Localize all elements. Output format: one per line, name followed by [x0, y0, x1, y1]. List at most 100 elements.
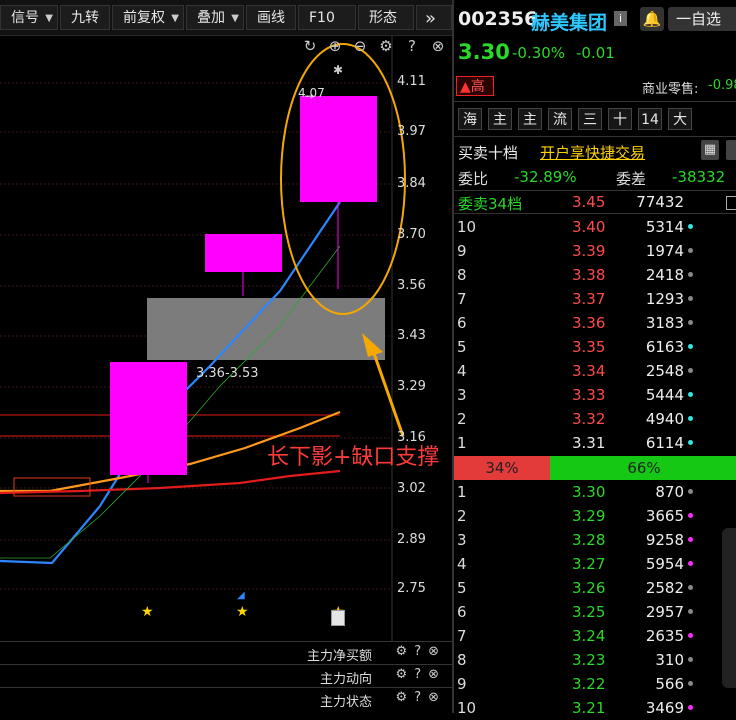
toolbar-overlay[interactable]: 叠加 ▼ [186, 5, 244, 30]
dot-icon [688, 609, 693, 614]
indicator-row[interactable]: 主力状态 ⚙?⊗ [0, 687, 452, 710]
gear-icon[interactable]: ⚙ [378, 38, 394, 54]
price-cell[interactable]: 3.30 [572, 483, 605, 501]
bid-row[interactable]: 8 3.23 310 [454, 648, 736, 672]
zoom-out-icon[interactable]: ⊖ [352, 38, 368, 54]
level-label: 7 [457, 627, 467, 645]
ask-row[interactable]: 5 3.35 6163 [454, 335, 736, 359]
help-icon[interactable]: ? [404, 38, 420, 54]
concept-tag[interactable]: 主 [488, 108, 512, 130]
toolbar-adjust[interactable]: 前复权 ▼ [112, 5, 184, 30]
sell-total-volume: 77432 [636, 193, 684, 211]
price-cell[interactable]: 3.38 [572, 266, 605, 284]
star-icon: ★ [141, 604, 154, 620]
open-account-link[interactable]: 开户享快捷交易 [540, 142, 645, 163]
price-cell[interactable]: 3.31 [572, 434, 605, 452]
price-cell[interactable]: 3.37 [572, 290, 605, 308]
ask-row[interactable]: 4 3.34 2548 [454, 359, 736, 383]
level-label: 3 [457, 531, 467, 549]
price-cell[interactable]: 3.40 [572, 218, 605, 236]
bid-row[interactable]: 10 3.21 3469 [454, 696, 736, 720]
candle-body [300, 96, 377, 202]
indicator-row[interactable]: 主力动向 ⚙?⊗ [0, 664, 452, 687]
expand-icon[interactable] [726, 196, 736, 210]
close-icon[interactable]: ⊗ [430, 38, 446, 54]
price-cell[interactable]: 3.39 [572, 242, 605, 260]
price-cell[interactable]: 3.23 [572, 651, 605, 669]
marker-icon: ◢ [237, 590, 245, 601]
price-cell[interactable]: 3.25 [572, 603, 605, 621]
ask-row[interactable]: 10 3.40 5314 [454, 215, 736, 239]
more-icon: » [425, 8, 437, 29]
ask-row[interactable]: 6 3.36 3183 [454, 311, 736, 335]
toolbar-signal[interactable]: 信号 ▼ [0, 5, 58, 30]
bid-row[interactable]: 7 3.24 2635 [454, 624, 736, 648]
toolbar-pattern[interactable]: 形态 [358, 5, 414, 30]
price-cell[interactable]: 3.35 [572, 338, 605, 356]
price-cell[interactable]: 3.34 [572, 362, 605, 380]
indicator-controls-icon[interactable]: ⚙?⊗ [396, 644, 446, 659]
chevron-down-icon: ▼ [231, 13, 239, 24]
price-cell[interactable]: 3.21 [572, 699, 605, 717]
concept-tag[interactable]: 主 [518, 108, 542, 130]
favorite-button[interactable]: 一自选 [668, 7, 736, 31]
kline-chart[interactable]: ★ ★ ★ ◢ ✱ → 4.07 3.36-3.53 长下影+缺口支撑 4.11… [0, 36, 452, 641]
indicator-controls-icon[interactable]: ⚙?⊗ [396, 667, 446, 682]
sparkle-icon: ✱ [333, 63, 343, 77]
dot-icon [688, 513, 693, 518]
concept-tag[interactable]: 海 [458, 108, 482, 130]
price-cell[interactable]: 3.24 [572, 627, 605, 645]
price-cell[interactable]: 3.29 [572, 507, 605, 525]
concept-tag[interactable]: 大 [668, 108, 692, 130]
bid-row[interactable]: 3 3.28 9258 [454, 528, 736, 552]
price-cell[interactable]: 3.26 [572, 579, 605, 597]
ask-row[interactable]: 1 3.31 6114 [454, 431, 736, 455]
bid-row[interactable]: 4 3.27 5954 [454, 552, 736, 576]
price-cell[interactable]: 3.27 [572, 555, 605, 573]
volume-cell: 5954 [645, 555, 684, 573]
layout-icon[interactable] [726, 140, 736, 160]
concept-tag[interactable]: 流 [548, 108, 572, 130]
refresh-icon[interactable]: ↻ [302, 38, 318, 54]
concept-tag[interactable]: 14 [638, 108, 662, 130]
toolbar-jiuzhuan[interactable]: 九转 [60, 5, 110, 30]
ask-row[interactable]: 7 3.37 1293 [454, 287, 736, 311]
dot-icon [688, 272, 693, 277]
bid-row[interactable]: 5 3.26 2582 [454, 576, 736, 600]
ask-row[interactable]: 3 3.33 5444 [454, 383, 736, 407]
indicator-row[interactable]: 主力净买额 ⚙?⊗ [0, 641, 452, 664]
price-cell[interactable]: 3.36 [572, 314, 605, 332]
concept-tag[interactable]: 三 [578, 108, 602, 130]
calculator-icon[interactable]: ▦ [701, 140, 719, 160]
toolbar-more[interactable]: » [416, 5, 452, 30]
bid-row[interactable]: 2 3.29 3665 [454, 504, 736, 528]
dot-icon [688, 296, 693, 301]
bid-row[interactable]: 6 3.25 2957 [454, 600, 736, 624]
gap-range-label: 3.36-3.53 [196, 366, 259, 381]
dot-icon [688, 585, 693, 590]
toolbar-f10[interactable]: F10 [298, 5, 356, 30]
side-widget[interactable] [722, 528, 736, 688]
bid-row[interactable]: 9 3.22 566 [454, 672, 736, 696]
price-cell[interactable]: 3.28 [572, 531, 605, 549]
indicator-controls-icon[interactable]: ⚙?⊗ [396, 690, 446, 705]
concept-tag[interactable]: 十 [608, 108, 632, 130]
ask-row[interactable]: 9 3.39 1974 [454, 239, 736, 263]
level-label: 2 [457, 410, 467, 428]
y-tick: 3.84 [397, 176, 426, 191]
y-tick: 4.11 [397, 74, 426, 89]
toolbar-draw[interactable]: 画线 [246, 5, 296, 30]
info-icon[interactable]: i [614, 11, 627, 26]
ask-row[interactable]: 2 3.32 4940 [454, 407, 736, 431]
price-cell[interactable]: 3.32 [572, 410, 605, 428]
note-icon[interactable] [331, 610, 345, 626]
price-cell[interactable]: 3.22 [572, 675, 605, 693]
risk-badge[interactable]: ▲高 [456, 76, 494, 96]
price-cell[interactable]: 3.33 [572, 386, 605, 404]
zoom-in-icon[interactable]: ⊕ [327, 38, 343, 54]
risk-badge-label: 高 [470, 79, 485, 95]
level-label: 10 [457, 699, 477, 717]
bell-icon[interactable]: 🔔 [640, 7, 664, 31]
ask-row[interactable]: 8 3.38 2418 [454, 263, 736, 287]
bid-row[interactable]: 1 3.30 870 [454, 480, 736, 504]
